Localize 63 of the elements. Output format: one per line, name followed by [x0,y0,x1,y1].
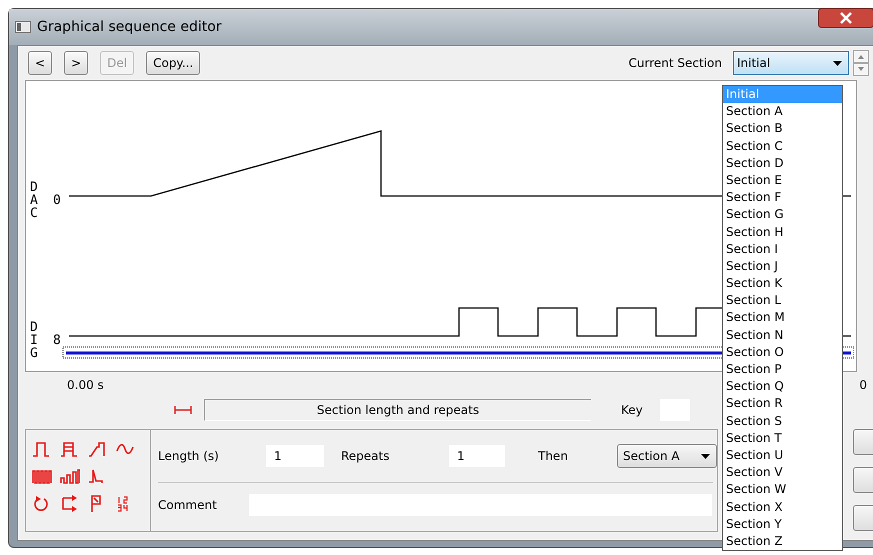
close-icon[interactable] [818,8,873,28]
field-label: Then [538,449,569,463]
list-option[interactable]: Section V [723,464,842,482]
field-label: Current Section [628,56,722,70]
list-option[interactable]: Section H [723,224,842,241]
list-option[interactable]: Section I [723,240,842,258]
list-option[interactable]: Section Z [723,532,842,550]
list-option[interactable]: Section F [723,189,842,206]
field-label: Length (s) [158,449,220,463]
pulse-train-icon[interactable] [32,468,52,486]
list-option[interactable]: Section P [723,361,842,378]
then-dropdown[interactable]: Section A [617,444,717,468]
channel-label: DIG [30,320,38,361]
list-option[interactable]: Section Y [723,516,842,533]
list-option[interactable]: Section A [723,103,842,120]
list-option[interactable]: Section J [723,258,842,276]
ramp-pulse-icon[interactable] [88,440,108,458]
list-option[interactable]: Section R [723,395,842,413]
time-label: 0.00 s [67,378,104,392]
list-option[interactable]: Section E [723,172,842,190]
increasing-pulses-icon[interactable] [60,468,80,486]
caret-icon [833,60,842,66]
list-option[interactable]: Section X [723,498,842,516]
caret-icon [701,454,710,458]
channel-label: DAC [30,180,38,221]
channel-value: 0 [53,193,61,208]
list-option[interactable]: Section B [723,120,842,138]
dropdown-value: Section A [623,449,681,463]
list-option[interactable]: Section N [723,326,842,344]
stepped-pulse-icon[interactable] [60,440,80,458]
side-button[interactable] [853,467,873,493]
toolbar-button[interactable]: > [64,51,88,75]
channel-value: 8 [53,333,61,348]
side-button[interactable] [853,505,873,531]
list-option[interactable]: Section W [723,481,842,498]
list-option[interactable]: Section G [723,206,842,224]
section-header: Section length and repeats [204,399,591,421]
list-option[interactable]: Section K [723,275,842,292]
list-option[interactable]: Section M [723,309,842,327]
list-option[interactable]: Section U [723,446,842,464]
window-icon [15,21,31,33]
pulse-icon[interactable] [32,440,52,458]
list-option[interactable]: Section T [723,430,842,447]
length-field[interactable]: 1 [266,445,324,467]
repeats-field[interactable]: 1 [449,445,505,467]
toolbar-button[interactable]: Copy... [146,51,200,75]
list-option[interactable]: Section L [723,292,842,310]
dropdown-value: Initial [737,56,772,70]
spinner-icon[interactable] [853,50,869,76]
range-icon [174,406,192,414]
list-option[interactable]: Section S [723,412,842,430]
list-option[interactable]: Section Q [723,378,842,396]
time-label: 0 [859,378,867,392]
list-option[interactable]: Section O [723,344,842,361]
window-title: Graphical sequence editor [37,19,222,35]
field-label: Key [621,403,643,417]
list-option[interactable]: Section D [723,154,842,172]
list-option[interactable]: Section C [723,138,842,155]
field-label: Comment [158,498,218,512]
field-label: Repeats [341,449,390,463]
side-button[interactable] [853,429,873,455]
section-dropdown[interactable]: Initial [733,51,849,75]
toolbar-button[interactable]: < [28,51,52,75]
